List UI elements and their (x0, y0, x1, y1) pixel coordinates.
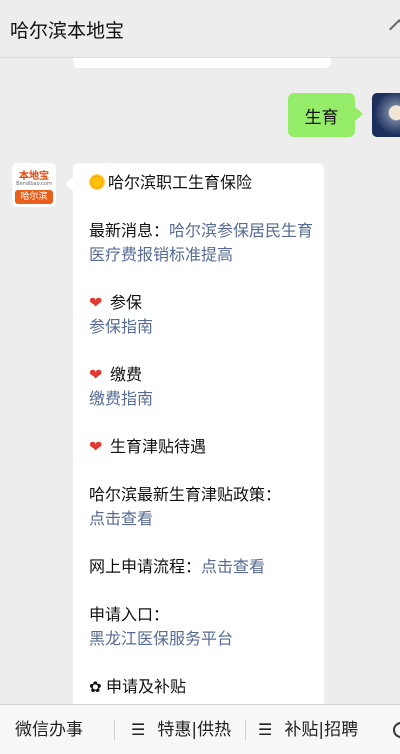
entry-link[interactable]: 黑龙江医保服务平台 (89, 627, 314, 651)
section-allowance-title: 生育津贴待遇 (110, 437, 207, 456)
online-process-line: 网上申请流程：点击查看 (89, 555, 314, 579)
user-avatar[interactable] (372, 93, 400, 137)
payment-guide-link[interactable]: 缴费指南 (89, 387, 314, 411)
incoming-message-bubble: 哈尔滨职工生育保险 最新消息：哈尔滨参保居民生育医疗费报销标准提高 ❤ 参保 参保… (65, 163, 324, 704)
menu-list-icon: ☰ (131, 720, 146, 739)
section-payment-title: 缴费 (110, 365, 143, 384)
latest-news-line: 最新消息：哈尔滨参保居民生育医疗费报销标准提高 (89, 219, 314, 267)
entry-label: 申请入口： (89, 605, 170, 624)
red-heart-icon: ❤ (89, 365, 103, 384)
flower-icon: ✿ (89, 678, 102, 696)
online-process-label: 网上申请流程： (89, 557, 202, 576)
menu-item-label: 微信办事 (15, 720, 83, 740)
outgoing-message-text: 生育 (304, 107, 339, 128)
insurance-guide-link[interactable]: 参保指南 (89, 315, 314, 339)
keyboard-icon[interactable] (393, 722, 400, 738)
menu-divider (245, 720, 246, 740)
more-options-icon[interactable] (389, 19, 400, 39)
menu-item-label: 补贴|招聘 (284, 720, 359, 740)
section-insurance-title: 参保 (110, 293, 143, 312)
section-insurance-title-line: ❤ 参保 (89, 291, 314, 315)
policy-label: 哈尔滨最新生育津贴政策： (89, 485, 282, 504)
menu-divider (114, 720, 115, 740)
latest-news-label: 最新消息： (89, 221, 170, 240)
red-heart-icon: ❤ (89, 293, 103, 312)
policy-link[interactable]: 点击查看 (89, 507, 314, 531)
online-process-link[interactable]: 点击查看 (201, 557, 265, 576)
top-bar: 哈尔滨本地宝 (0, 0, 400, 58)
menu-item-label: 特惠|供热 (157, 720, 232, 740)
section-apply-title-line: ✿ 申请及补贴 (89, 675, 314, 699)
bottom-menu-bar: 微信办事 ☰ 特惠|供热 ☰ 补贴|招聘 (0, 704, 400, 754)
reply-title-line: 哈尔滨职工生育保险 (89, 171, 314, 195)
avatar-city-badge: 哈尔滨 (15, 190, 53, 204)
account-avatar[interactable]: 本地宝 Bendibao.com 哈尔滨 (12, 163, 56, 207)
chat-title: 哈尔滨本地宝 (10, 20, 125, 42)
avatar-logo-text: 本地宝 (19, 171, 49, 182)
sun-icon (89, 174, 105, 190)
menu-discount-heating[interactable]: ☰ 特惠|供热 (131, 705, 231, 754)
section-apply-title: 申请及补贴 (106, 677, 187, 696)
menu-subsidy-jobs[interactable]: ☰ 补贴|招聘 (258, 705, 358, 754)
section-payment-title-line: ❤ 缴费 (89, 363, 314, 387)
reply-title: 哈尔滨职工生育保险 (108, 173, 253, 192)
chat-area[interactable]: 生育 本地宝 Bendibao.com 哈尔滨 哈尔滨职工生育保险 最新消息：哈… (0, 58, 400, 704)
red-heart-icon: ❤ (89, 437, 103, 456)
section-allowance-title-line: ❤ 生育津贴待遇 (89, 435, 314, 459)
avatar-logo-url: Bendibao.com (16, 181, 52, 187)
menu-wechat-services[interactable]: 微信办事 (15, 705, 83, 754)
previous-message-bubble[interactable] (73, 58, 331, 68)
outgoing-message-bubble[interactable]: 生育 (288, 93, 363, 137)
menu-list-icon: ☰ (258, 720, 273, 739)
